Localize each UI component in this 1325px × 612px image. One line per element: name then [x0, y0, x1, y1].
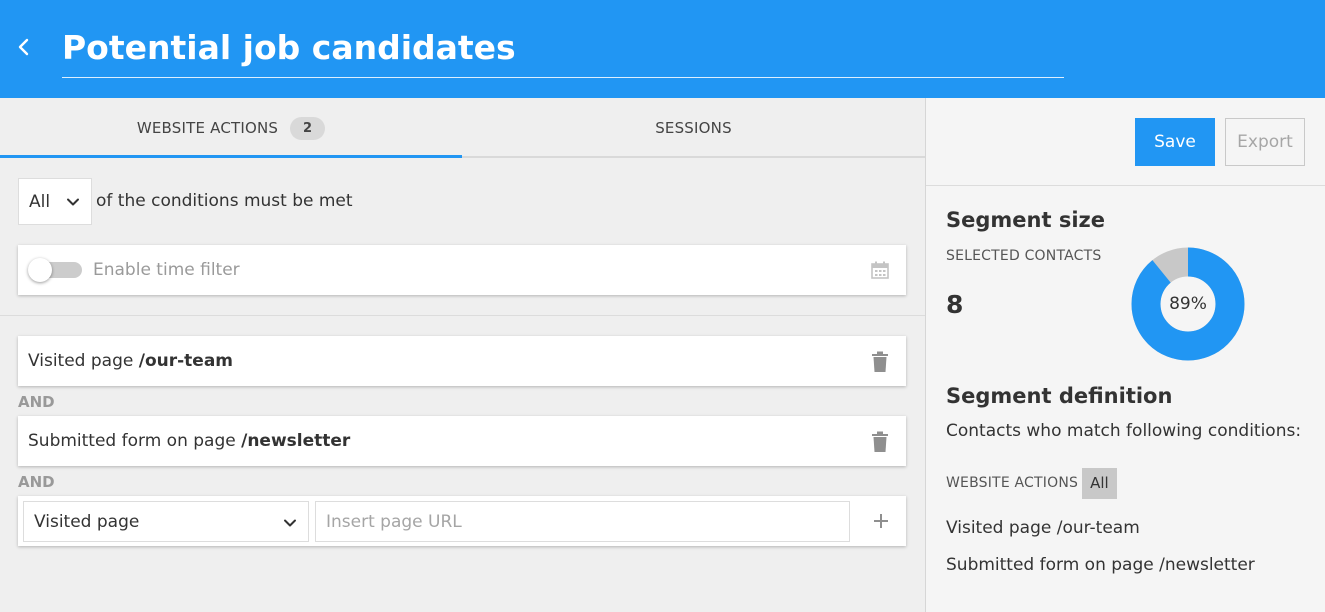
definition-group-label: WEBSITE ACTIONS	[946, 475, 1079, 491]
segment-title-field[interactable]: Potential job candidates	[62, 22, 1064, 78]
chevron-left-icon	[18, 38, 29, 56]
chevron-down-icon	[284, 519, 296, 527]
trash-icon[interactable]	[871, 431, 889, 453]
and-separator: AND	[18, 473, 55, 491]
plus-icon[interactable]	[873, 513, 889, 529]
chevron-down-icon	[67, 198, 79, 206]
condition-prefix: Submitted form on page	[28, 431, 236, 451]
segment-definition-heading: Segment definition	[946, 384, 1173, 408]
condition-prefix: Visited page	[28, 351, 134, 371]
new-condition-row: Visited page	[18, 496, 906, 546]
match-mode-value: All	[29, 191, 51, 212]
tab-sessions[interactable]: SESSIONS	[462, 98, 925, 158]
segment-size-percent: 89%	[1169, 294, 1207, 314]
time-filter-toggle[interactable]	[28, 258, 84, 282]
page-url-input[interactable]	[315, 501, 850, 542]
match-mode-description: of the conditions must be met	[96, 191, 353, 211]
time-filter-label: Enable time filter	[93, 260, 240, 280]
condition-row: Submitted form on page /newsletter	[18, 416, 906, 466]
condition-value: /newsletter	[241, 431, 351, 451]
condition-row: Visited page /our-team	[18, 336, 906, 386]
segment-size-heading: Segment size	[946, 208, 1105, 232]
selected-contacts-count: 8	[946, 290, 964, 319]
segment-summary-panel: Save Export Segment size SELECTED CONTAC…	[925, 98, 1325, 612]
conditions-panel: WEBSITE ACTIONS 2 SESSIONS All of the co…	[0, 98, 925, 612]
definition-item: Visited page /our-team	[946, 518, 1140, 538]
page-title[interactable]: Potential job candidates	[62, 22, 1064, 74]
segment-definition-description: Contacts who match following conditions:	[946, 421, 1302, 441]
active-tab-indicator	[0, 155, 462, 158]
match-mode-select[interactable]: All	[18, 178, 92, 225]
app-header: Potential job candidates	[0, 0, 1325, 98]
action-bar: Save Export	[926, 98, 1325, 186]
trash-icon[interactable]	[871, 351, 889, 373]
condition-type-select[interactable]: Visited page	[23, 501, 309, 542]
tab-website-actions[interactable]: WEBSITE ACTIONS 2	[0, 98, 462, 158]
calendar-icon[interactable]	[870, 260, 890, 280]
save-button[interactable]: Save	[1135, 118, 1215, 166]
and-separator: AND	[18, 393, 55, 411]
time-filter-card: Enable time filter	[18, 245, 906, 295]
tab-sessions-label: SESSIONS	[655, 119, 732, 137]
condition-value: /our-team	[138, 351, 234, 371]
toggle-knob	[28, 258, 52, 282]
tab-website-actions-label: WEBSITE ACTIONS	[136, 119, 279, 137]
definition-match-chip: All	[1082, 467, 1117, 499]
back-button[interactable]	[12, 32, 36, 62]
definition-item: Submitted form on page /newsletter	[946, 555, 1255, 575]
condition-text: Submitted form on page /newsletter	[28, 416, 350, 466]
condition-type-value: Visited page	[34, 512, 140, 532]
export-button[interactable]: Export	[1225, 118, 1305, 166]
definition-group: WEBSITE ACTIONS All	[946, 467, 1117, 499]
section-divider	[0, 315, 925, 316]
tab-bar: WEBSITE ACTIONS 2 SESSIONS	[0, 98, 925, 158]
condition-text: Visited page /our-team	[28, 336, 233, 386]
website-actions-count-badge: 2	[290, 116, 326, 140]
selected-contacts-label: SELECTED CONTACTS	[946, 248, 1102, 264]
